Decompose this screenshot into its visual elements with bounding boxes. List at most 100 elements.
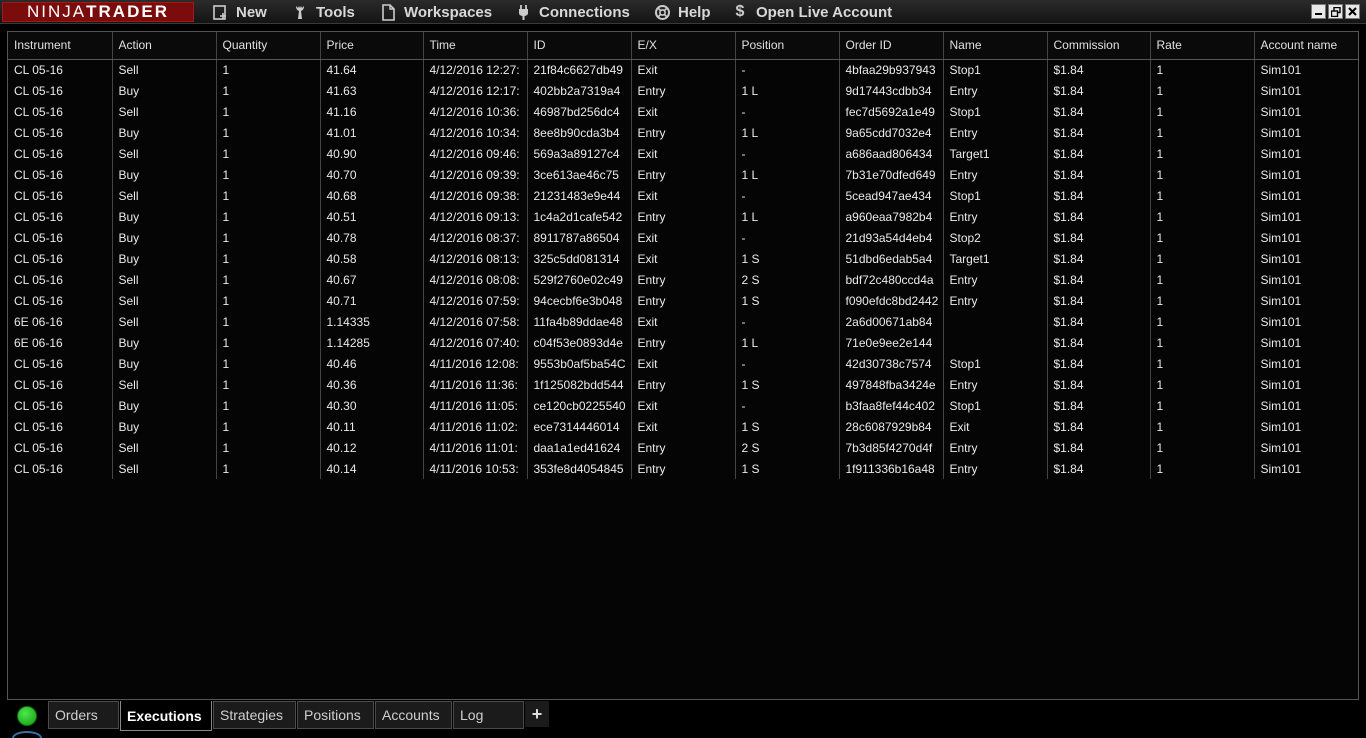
column-header[interactable]: Time — [423, 32, 528, 60]
table-cell: daa1a1ed41624 — [527, 437, 632, 458]
table-cell: Entry — [631, 80, 736, 101]
table-cell: b3faa8fef44c402 — [839, 395, 944, 416]
table-cell: bdf72c480ccd4a — [839, 269, 944, 290]
ninjatrader-logo[interactable]: NINJA TRADER — [2, 2, 194, 22]
table-row[interactable]: CL 05-16 Buy 1 40.70 4/12/2016 09:39: 3ce613a… — [8, 164, 1358, 185]
table-cell: Buy — [112, 395, 217, 416]
executions-grid[interactable]: Instrument Action Quantity Price Time ID E/X Po… — [7, 31, 1359, 700]
menu-workspaces[interactable]: Workspaces — [378, 0, 492, 24]
restore-button[interactable] — [1328, 4, 1343, 19]
column-header[interactable]: E/X — [631, 32, 736, 60]
table-cell: 4/12/2016 09:39: — [423, 164, 528, 185]
logo-text-left: NINJA — [27, 2, 87, 21]
table-cell: Buy — [112, 206, 217, 227]
table-cell: c04f53e0893d4e — [527, 332, 632, 353]
table-cell: Sim101 — [1254, 458, 1358, 479]
menu-open-live-account[interactable]: $ Open Live Account — [730, 0, 893, 24]
add-tab-button[interactable]: + — [525, 701, 549, 727]
table-cell: - — [735, 353, 840, 374]
table-row[interactable]: CL 05-16 Buy 1 40.46 4/11/2016 12:08: 9553b0a… — [8, 353, 1358, 374]
table-cell: 325c5dd081314 — [527, 248, 632, 269]
tab-strategies[interactable]: Strategies — [213, 701, 296, 729]
table-row[interactable]: CL 05-16 Sell 1 41.64 4/12/2016 12:27: 21f84c… — [8, 59, 1358, 80]
minimize-button[interactable] — [1311, 4, 1326, 19]
table-row[interactable]: CL 05-16 Sell 1 40.12 4/11/2016 11:01: daa1a1… — [8, 437, 1358, 458]
column-header[interactable]: Action — [112, 32, 217, 60]
table-cell: 1 L — [735, 164, 840, 185]
table-row[interactable]: CL 05-16 Buy 1 41.63 4/12/2016 12:17: 402bb2a… — [8, 80, 1358, 101]
table-cell: 1 — [1150, 80, 1255, 101]
table-cell: Buy — [112, 332, 217, 353]
table-row[interactable]: CL 05-16 Buy 1 40.51 4/12/2016 09:13: 1c4a2d1… — [8, 206, 1358, 227]
table-cell: Target1 — [943, 143, 1048, 164]
table-cell: Exit — [943, 416, 1048, 437]
column-header[interactable]: Name — [943, 32, 1048, 60]
menu-connections[interactable]: Connections — [513, 0, 630, 24]
table-row[interactable]: CL 05-16 Sell 1 40.36 4/11/2016 11:36: 1f1250… — [8, 374, 1358, 395]
table-cell: 4/11/2016 11:01: — [423, 437, 528, 458]
table-row[interactable]: CL 05-16 Buy 1 40.58 4/12/2016 08:13: 325c5dd… — [8, 248, 1358, 269]
table-cell: Buy — [112, 122, 217, 143]
table-cell: Entry — [631, 290, 736, 311]
tab-orders[interactable]: Orders — [48, 701, 119, 729]
menu-tools[interactable]: Tools — [290, 0, 355, 24]
table-row[interactable]: CL 05-16 Buy 1 41.01 4/12/2016 10:34: 8ee8b90… — [8, 122, 1358, 143]
table-row[interactable]: CL 05-16 Buy 1 40.30 4/11/2016 11:05: ce120cb… — [8, 395, 1358, 416]
tab-executions[interactable]: Executions — [120, 701, 212, 731]
table-cell: 1 — [216, 269, 321, 290]
table-row[interactable]: CL 05-16 Buy 1 40.11 4/11/2016 11:02: ece7314… — [8, 416, 1358, 437]
table-row[interactable]: 6E 06-16 Sell 1 1.14335 4/12/2016 07:58: 11fa… — [8, 311, 1358, 332]
table-row[interactable]: CL 05-16 Sell 1 40.71 4/12/2016 07:59: 94cecb… — [8, 290, 1358, 311]
table-row[interactable]: CL 05-16 Sell 1 40.68 4/12/2016 09:38: 212314… — [8, 185, 1358, 206]
table-row[interactable]: 6E 06-16 Buy 1 1.14285 4/12/2016 07:40: c04f5… — [8, 332, 1358, 353]
table-cell: $1.84 — [1047, 227, 1151, 248]
table-cell: 5cead947ae434 — [839, 185, 944, 206]
table-cell: 2 S — [735, 437, 840, 458]
menu-help[interactable]: Help — [652, 0, 711, 24]
table-row[interactable]: CL 05-16 Sell 1 41.16 4/12/2016 10:36: 46987b… — [8, 101, 1358, 122]
table-cell: Exit — [631, 185, 736, 206]
table-cell: 1 L — [735, 80, 840, 101]
table-cell: Sell — [112, 143, 217, 164]
table-cell: fec7d5692a1e49 — [839, 101, 944, 122]
table-cell: 1 — [216, 458, 321, 479]
menu-new[interactable]: New — [210, 0, 267, 24]
table-cell: 4/12/2016 09:46: — [423, 143, 528, 164]
table-row[interactable]: CL 05-16 Sell 1 40.14 4/11/2016 10:53: 353fe8… — [8, 458, 1358, 479]
table-cell: CL 05-16 — [8, 248, 113, 269]
table-cell: 94cecbf6e3b048 — [527, 290, 632, 311]
table-row[interactable]: CL 05-16 Sell 1 40.67 4/12/2016 08:08: 529f27… — [8, 269, 1358, 290]
tab-positions[interactable]: Positions — [297, 701, 374, 729]
column-header[interactable]: Order ID — [839, 32, 944, 60]
table-cell: 4/11/2016 11:02: — [423, 416, 528, 437]
table-row[interactable]: CL 05-16 Buy 1 40.78 4/12/2016 08:37: 8911787… — [8, 227, 1358, 248]
column-header[interactable]: Quantity — [216, 32, 321, 60]
table-cell: 1 — [216, 80, 321, 101]
column-header[interactable]: Commission — [1047, 32, 1151, 60]
table-cell: 7b31e70dfed649 — [839, 164, 944, 185]
tab-log[interactable]: Log — [453, 701, 524, 729]
tab-executions-label: Executions — [127, 707, 202, 724]
table-cell: 41.16 — [320, 101, 424, 122]
column-header[interactable]: Account name — [1254, 32, 1358, 60]
table-cell: 4/12/2016 10:36: — [423, 101, 528, 122]
menu-bar: NINJA TRADER New Tools Workspaces Connect… — [0, 0, 1366, 24]
table-cell: CL 05-16 — [8, 458, 113, 479]
table-cell: 1 — [1150, 353, 1255, 374]
column-header[interactable]: Position — [735, 32, 840, 60]
connection-status-icon[interactable] — [17, 706, 37, 726]
column-header[interactable]: Price — [320, 32, 424, 60]
table-cell: 1 — [216, 122, 321, 143]
table-cell: Sim101 — [1254, 101, 1358, 122]
table-row[interactable]: CL 05-16 Sell 1 40.90 4/12/2016 09:46: 569a3a… — [8, 143, 1358, 164]
column-header[interactable]: ID — [527, 32, 632, 60]
table-cell: $1.84 — [1047, 353, 1151, 374]
table-cell: 1.14335 — [320, 311, 424, 332]
close-button[interactable] — [1345, 4, 1360, 19]
column-header[interactable]: Instrument — [8, 32, 113, 60]
column-header[interactable]: Rate — [1150, 32, 1255, 60]
table-cell: Sim101 — [1254, 59, 1358, 80]
tab-accounts[interactable]: Accounts — [375, 701, 452, 729]
table-cell: Entry — [943, 290, 1048, 311]
table-cell: 1 L — [735, 206, 840, 227]
